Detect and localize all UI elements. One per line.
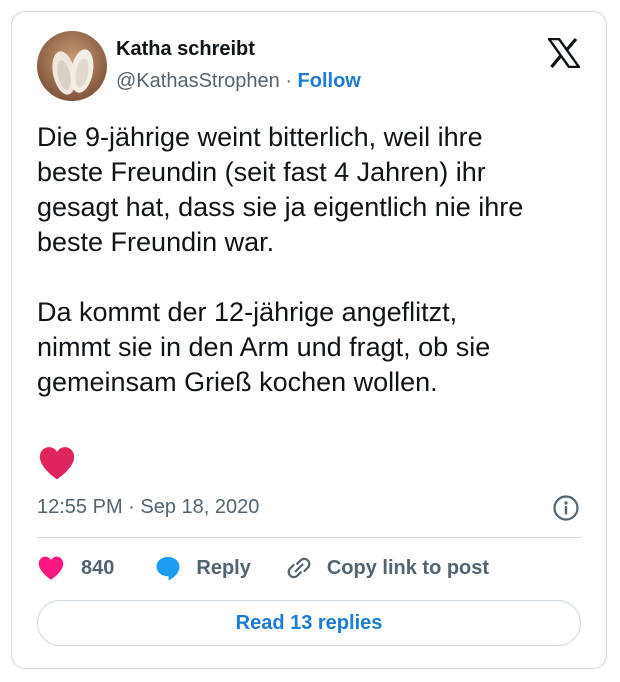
divider — [37, 537, 581, 538]
author-name[interactable]: Katha schreibt — [116, 38, 255, 61]
x-logo-icon[interactable] — [546, 37, 582, 69]
separator-dot: · — [285, 70, 292, 92]
speech-bubble-icon — [156, 557, 180, 581]
heart-icon — [38, 556, 64, 580]
link-icon — [287, 557, 311, 579]
read-replies-button[interactable]: Read 13 replies — [37, 600, 581, 646]
heart-icon — [37, 445, 77, 481]
author-handle[interactable]: @KathasStrophen — [116, 70, 280, 92]
reply-button[interactable]: Reply — [154, 554, 251, 582]
tweet-card: Katha schreibt @KathasStrophen · Follow … — [11, 11, 607, 669]
tweet-paragraph: Da kommt der 12-jährige angeflitzt, nimm… — [37, 297, 491, 397]
reply-label: Reply — [196, 556, 251, 579]
tweet-text: Die 9-jährige weint bitterlich, weil ihr… — [37, 120, 597, 400]
read-replies-label: Read 13 replies — [235, 611, 383, 634]
action-bar: 840 Reply Copy link to post — [37, 552, 489, 584]
like-count: 840 — [81, 556, 115, 579]
copy-link-button[interactable]: Copy link to post — [285, 554, 489, 582]
author-handle-row: @KathasStrophen · Follow — [116, 70, 361, 93]
copy-link-label: Copy link to post — [326, 556, 490, 579]
follow-button[interactable]: Follow — [298, 70, 361, 92]
tweet-timestamp[interactable]: 12:55 PM · Sep 18, 2020 — [37, 496, 259, 519]
like-button[interactable]: 840 — [37, 555, 114, 581]
avatar[interactable] — [37, 31, 107, 101]
info-icon[interactable] — [552, 494, 580, 522]
tweet-paragraph: Die 9-jährige weint bitterlich, weil ihr… — [37, 122, 524, 257]
